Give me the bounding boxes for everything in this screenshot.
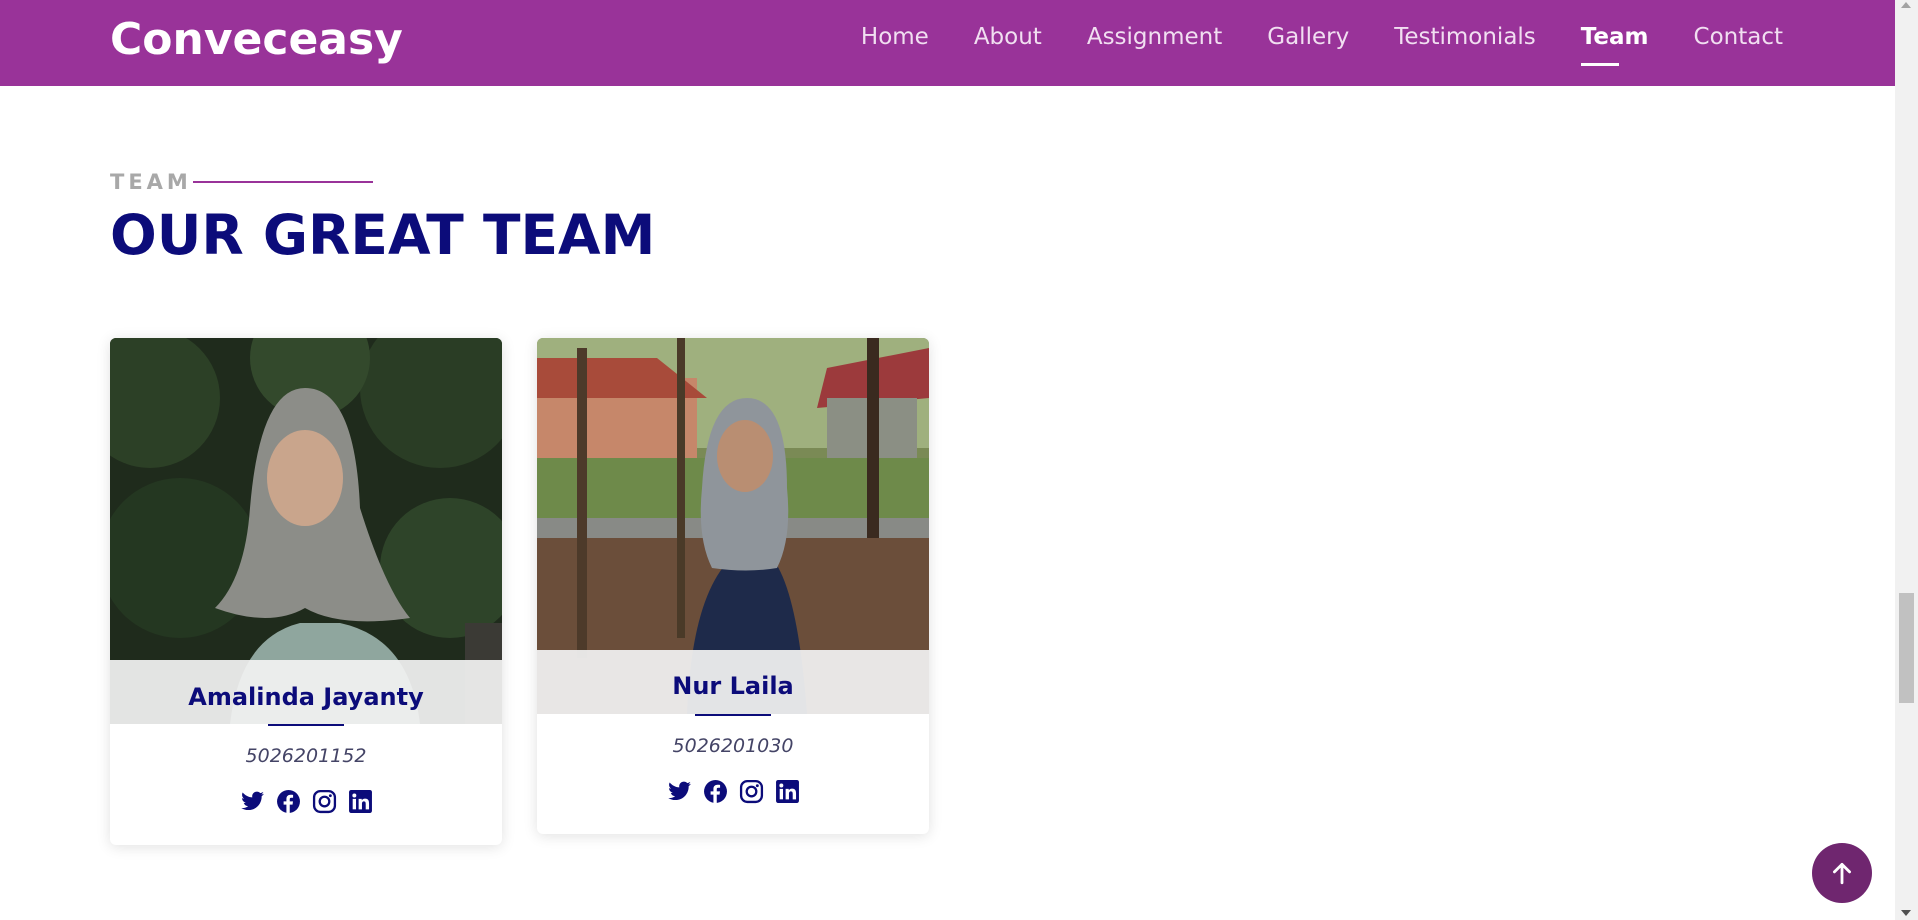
section-label: TEAM — [110, 170, 192, 194]
nav-gallery[interactable]: Gallery — [1267, 24, 1349, 50]
nav-about[interactable]: About — [974, 24, 1042, 50]
linkedin-icon[interactable] — [775, 779, 800, 804]
linkedin-icon[interactable] — [348, 789, 373, 814]
member-id: 5026201152 — [245, 745, 367, 767]
nav-team[interactable]: Team — [1580, 24, 1649, 66]
name-underline — [268, 724, 344, 726]
main-nav: Home About Assignment Gallery Testimonia… — [861, 24, 1783, 66]
member-name: Amalinda Jayanty — [188, 683, 424, 711]
team-card: Nur Laila 5026201030 — [537, 338, 929, 834]
facebook-icon[interactable] — [703, 779, 728, 804]
section-title: OUR GREAT TEAM — [110, 203, 656, 267]
section-divider — [193, 181, 373, 183]
nav-contact[interactable]: Contact — [1694, 24, 1783, 50]
twitter-icon[interactable] — [667, 779, 692, 804]
brand-logo[interactable]: Conveceasy — [110, 14, 403, 65]
nav-home[interactable]: Home — [861, 24, 929, 50]
member-id: 5026201030 — [672, 735, 794, 757]
site-header: Conveceasy Home About Assignment Gallery… — [0, 0, 1895, 86]
arrow-up-icon — [1833, 862, 1851, 885]
nav-assignment[interactable]: Assignment — [1087, 24, 1222, 50]
scroll-thumb[interactable] — [1899, 593, 1914, 703]
nav-testimonials[interactable]: Testimonials — [1394, 24, 1536, 50]
page-scrollbar[interactable] — [1895, 0, 1918, 920]
team-card: Amalinda Jayanty 5026201152 — [110, 338, 502, 845]
instagram-icon[interactable] — [312, 789, 337, 814]
scroll-up-arrow-icon[interactable] — [1901, 2, 1911, 8]
name-underline — [695, 714, 771, 716]
social-links — [537, 779, 929, 804]
facebook-icon[interactable] — [276, 789, 301, 814]
instagram-icon[interactable] — [739, 779, 764, 804]
scroll-down-arrow-icon[interactable] — [1901, 910, 1911, 916]
back-to-top-button[interactable] — [1812, 843, 1872, 903]
social-links — [110, 789, 502, 814]
member-name: Nur Laila — [672, 672, 794, 700]
twitter-icon[interactable] — [240, 789, 265, 814]
